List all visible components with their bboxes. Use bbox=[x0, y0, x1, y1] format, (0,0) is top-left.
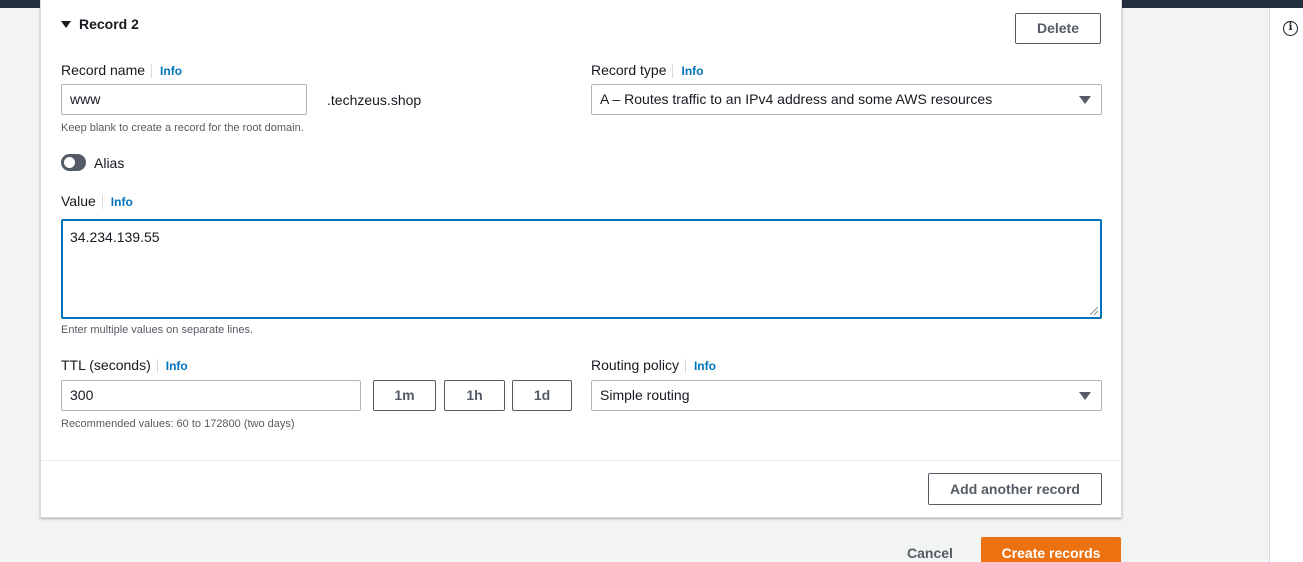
info-circle-icon[interactable]: i bbox=[1283, 21, 1298, 36]
resize-grip-icon[interactable] bbox=[1090, 307, 1098, 315]
alias-label: Alias bbox=[94, 155, 125, 171]
routing-policy-label: Routing policy bbox=[591, 357, 679, 373]
record-title: Record 2 bbox=[79, 16, 139, 32]
record-name-hint: Keep blank to create a record for the ro… bbox=[61, 122, 304, 134]
caret-down-icon[interactable] bbox=[61, 21, 71, 28]
ttl-label: TTL (seconds) bbox=[61, 357, 151, 373]
routing-policy-info-link[interactable]: Info bbox=[684, 359, 716, 373]
value-label: Value bbox=[61, 193, 96, 209]
value-hint: Enter multiple values on separate lines. bbox=[61, 324, 253, 336]
ttl-preset-1m-button[interactable]: 1m bbox=[373, 380, 436, 411]
ttl-preset-1d-button[interactable]: 1d bbox=[512, 380, 572, 411]
create-records-button[interactable]: Create records bbox=[981, 537, 1121, 562]
routing-policy-select[interactable]: Simple routing bbox=[591, 380, 1102, 411]
routing-policy-selected: Simple routing bbox=[600, 387, 690, 403]
record-card: Record 2 Delete Record name Info www .tec… bbox=[40, 0, 1122, 518]
alias-toggle[interactable] bbox=[61, 154, 86, 171]
record-name-label-row: Record name Info bbox=[61, 62, 183, 78]
dropdown-arrow-icon bbox=[1079, 392, 1091, 400]
ttl-input[interactable]: 300 bbox=[61, 380, 361, 411]
record-type-label: Record type bbox=[591, 62, 667, 78]
ttl-info-link[interactable]: Info bbox=[156, 359, 188, 373]
record-header[interactable]: Record 2 bbox=[61, 16, 139, 32]
ttl-hint: Recommended values: 60 to 172800 (two da… bbox=[61, 418, 295, 430]
dropdown-arrow-icon bbox=[1079, 96, 1091, 104]
delete-record-button[interactable]: Delete bbox=[1015, 13, 1101, 44]
domain-suffix: .techzeus.shop bbox=[327, 92, 422, 108]
record-type-selected: A – Routes traffic to an IPv4 address an… bbox=[600, 91, 993, 107]
value-label-row: Value Info bbox=[61, 193, 133, 209]
record-name-label: Record name bbox=[61, 62, 146, 78]
record-type-label-row: Record type Info bbox=[591, 62, 704, 78]
record-type-select[interactable]: A – Routes traffic to an IPv4 address an… bbox=[591, 84, 1102, 115]
value-text: 34.234.139.55 bbox=[70, 229, 160, 245]
ttl-label-row: TTL (seconds) Info bbox=[61, 357, 188, 373]
routing-policy-label-row: Routing policy Info bbox=[591, 357, 716, 373]
ttl-preset-1h-button[interactable]: 1h bbox=[444, 380, 505, 411]
toggle-knob bbox=[64, 157, 75, 168]
value-textarea[interactable]: 34.234.139.55 bbox=[61, 219, 1102, 319]
record-name-info-link[interactable]: Info bbox=[151, 64, 183, 78]
record-name-input[interactable]: www bbox=[61, 84, 307, 115]
card-divider bbox=[41, 460, 1121, 461]
add-another-record-button[interactable]: Add another record bbox=[928, 473, 1102, 505]
value-info-link[interactable]: Info bbox=[101, 195, 133, 209]
cancel-button[interactable]: Cancel bbox=[907, 545, 953, 561]
help-panel-rail bbox=[1269, 8, 1303, 562]
record-type-info-link[interactable]: Info bbox=[672, 64, 704, 78]
